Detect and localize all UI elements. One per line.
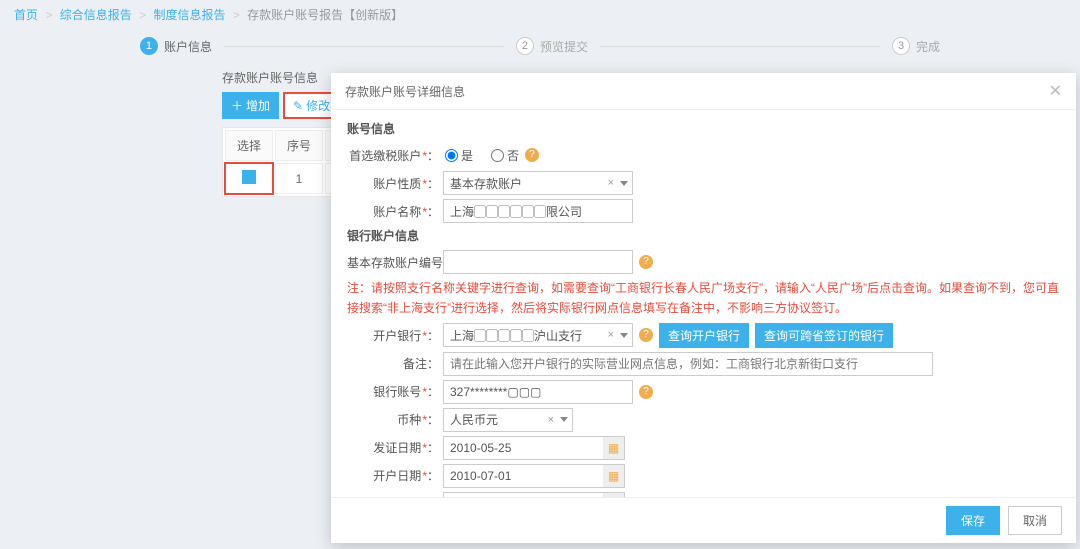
nature-select[interactable]: 基本存款账户 × [443, 171, 633, 195]
clear-icon[interactable]: × [608, 177, 614, 189]
plus-icon: ＋ [231, 97, 243, 114]
crumb-sep: > [45, 8, 52, 22]
label-baseno: 基本存款账户编号*： [347, 254, 439, 271]
pencil-icon: ✎ [293, 99, 303, 113]
label-remark: 备注： [347, 355, 439, 372]
step-1: 1 账户信息 [140, 37, 212, 55]
label-open-date: 开户日期*： [347, 467, 439, 484]
modal-header: 存款账户账号详细信息 ✕ [331, 73, 1076, 110]
help-icon[interactable]: ? [639, 385, 653, 399]
label-bankno: 银行账号*： [347, 383, 439, 400]
checkbox-icon[interactable] [242, 170, 256, 184]
chevron-down-icon [620, 333, 628, 338]
pref-no-radio[interactable] [491, 149, 504, 162]
label-bank: 开户银行*： [347, 327, 439, 344]
step-2: 2 预览提交 [516, 37, 588, 55]
query-cross-bank-button[interactable]: 查询可跨省签订的银行 [755, 323, 893, 348]
ccy-select[interactable]: 人民币元 × [443, 408, 573, 432]
bank-select[interactable]: 上海▢▢▢▢▢沪山支行 × [443, 323, 633, 347]
chevron-down-icon [620, 181, 628, 186]
add-button[interactable]: ＋ 增加 [222, 92, 279, 119]
help-icon[interactable]: ? [525, 148, 539, 162]
clear-icon[interactable]: × [608, 329, 614, 341]
help-icon[interactable]: ? [639, 255, 653, 269]
label-acctname: 账户名称*： [347, 203, 439, 220]
crumb-current: 存款账户账号报告【创新版】 [247, 8, 403, 22]
group-account: 账号信息 [347, 120, 1060, 137]
acctname-input[interactable] [443, 199, 633, 223]
close-icon[interactable]: ✕ [1049, 81, 1062, 101]
bank-note: 注：请按照支行名称关键字进行查询，如需要查询“工商银行长春人民广场支行”，请输入… [347, 278, 1060, 319]
remark-input[interactable] [443, 352, 933, 376]
label-pref-tax: 首选缴税账户*： [347, 147, 439, 164]
crumb-home[interactable]: 首页 [14, 8, 38, 22]
save-button[interactable]: 保存 [946, 506, 1000, 535]
row-select-cell[interactable] [225, 163, 273, 194]
help-icon[interactable]: ? [639, 328, 653, 342]
baseno-input[interactable] [443, 250, 633, 274]
detail-modal: 存款账户账号详细信息 ✕ 账号信息 首选缴税账户*： 是 否 ? 账户性质*： … [331, 73, 1076, 543]
label-issue-date: 发证日期*： [347, 439, 439, 456]
pref-yes-radio[interactable] [445, 149, 458, 162]
step-tracker: 1 账户信息 2 预览提交 3 完成 [0, 29, 1080, 69]
modal-footer: 保存 取消 [331, 497, 1076, 543]
calendar-icon[interactable]: ▦ [603, 464, 625, 488]
cancel-button[interactable]: 取消 [1008, 506, 1062, 535]
breadcrumb: 首页 > 综合信息报告 > 制度信息报告 > 存款账户账号报告【创新版】 [0, 0, 1080, 29]
clear-icon[interactable]: × [548, 414, 554, 426]
step-3: 3 完成 [892, 37, 940, 55]
bankno-input[interactable] [443, 380, 633, 404]
group-bank: 银行账户信息 [347, 227, 1060, 244]
modal-body: 账号信息 首选缴税账户*： 是 否 ? 账户性质*： 基本存款账户 × 账户名称… [331, 110, 1076, 497]
open-date-input[interactable] [443, 464, 603, 488]
chevron-down-icon [560, 417, 568, 422]
modal-title: 存款账户账号详细信息 [345, 83, 465, 100]
label-ccy: 币种*： [347, 411, 439, 428]
label-nature: 账户性质*： [347, 175, 439, 192]
query-bank-button[interactable]: 查询开户银行 [659, 323, 749, 348]
crumb-l1[interactable]: 综合信息报告 [60, 8, 132, 22]
issue-date-input[interactable] [443, 436, 603, 460]
crumb-l2[interactable]: 制度信息报告 [153, 8, 225, 22]
calendar-icon[interactable]: ▦ [603, 436, 625, 460]
